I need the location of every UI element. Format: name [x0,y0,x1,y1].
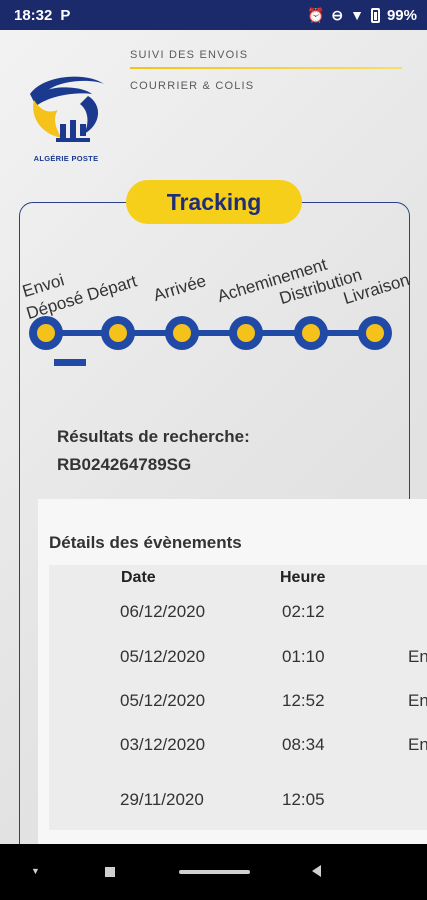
header-line-1: SUIVI DES ENVOIS [130,49,249,61]
timeline-step-distribution [294,316,328,350]
alarm-icon: ⏰ [306,7,325,23]
details-panel: Détails des évènements Date Heure 06/12/… [38,499,427,844]
current-step-marker [54,359,86,366]
battery-icon [370,7,380,23]
row-time: 12:05 [282,790,325,809]
results-title: Résultats de recherche: [57,427,250,446]
status-bar: 18:32 P ⏰ ⊖ ▼ 99% [0,0,427,30]
row-time: 01:10 [282,647,325,666]
details-title: Détails des évènements [49,533,242,552]
row-date: 05/12/2020 [120,647,206,666]
battery-level: 99% [386,6,417,24]
row-date: 05/12/2020 [120,691,206,710]
system-nav-bar: ▼ [0,844,427,900]
timeline-step-arrivee [165,316,199,350]
nav-home-button[interactable] [179,870,250,874]
row-date: 03/12/2020 [120,735,206,754]
nav-recents-icon[interactable] [105,867,115,877]
header-line-2: COURRIER & COLIS [130,80,255,92]
row-event: En [408,691,427,710]
column-header-heure: Heure [280,569,326,586]
row-event: En [408,647,427,666]
wifi-icon: ▼ [350,7,364,23]
tracking-title: Tracking [126,180,302,224]
row-date: 29/11/2020 [120,790,204,809]
timeline-step-acheminement [229,316,263,350]
row-time: 12:52 [282,691,325,710]
row-date: 06/12/2020 [120,602,206,621]
logo-text: ALGÉRIE POSTE [33,154,99,163]
algerie-poste-logo: ALGÉRIE POSTE [26,72,106,164]
row-event: En [408,735,427,754]
header-divider [130,67,402,69]
status-time: 18:32 [14,6,53,24]
dnd-icon: ⊖ [331,7,344,23]
row-time: 02:12 [282,602,325,621]
parking-icon: P [60,6,71,24]
column-header-date: Date [121,569,156,586]
timeline-step-depose-depart [101,316,135,350]
events-table: Date Heure 06/12/2020 02:12 05/12/2020 0… [49,565,427,830]
row-time: 08:34 [282,735,325,754]
nav-back-icon[interactable] [312,865,321,877]
timeline-step-livraison [358,316,392,350]
logo-icon [30,76,104,142]
nav-menu-icon[interactable]: ▼ [31,866,40,876]
tracking-code: RB024264789SG [57,455,192,474]
